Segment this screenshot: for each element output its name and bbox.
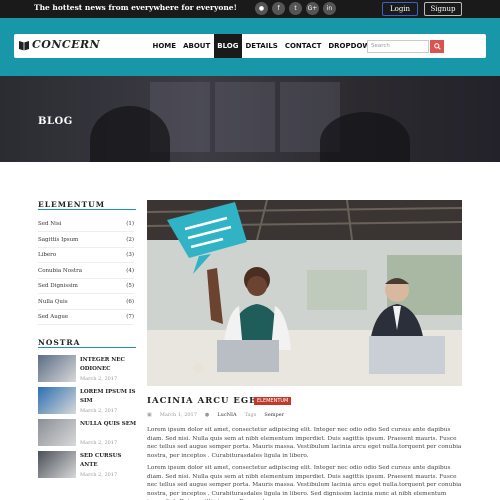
- article-author[interactable]: LucNIA: [217, 412, 236, 418]
- login-button[interactable]: Login: [382, 2, 418, 16]
- search-icon: [433, 43, 441, 50]
- nav-item-details[interactable]: DETAILS: [242, 34, 281, 58]
- nav-item-label: CONTACT: [284, 42, 322, 50]
- categories-heading: ELEMENTUM: [38, 200, 106, 209]
- categories-divider: [38, 209, 136, 210]
- user-icon: ●: [204, 412, 210, 418]
- category-label: Sed Augue: [38, 314, 69, 320]
- category-count: (3): [126, 252, 134, 258]
- linkedin-icon[interactable]: in: [323, 2, 336, 15]
- category-count: (1): [126, 221, 134, 227]
- recent-post[interactable]: INTEGER NEC ODIONEC March 2, 2017: [38, 355, 138, 385]
- tagline: The hottest news from everywhere for eve…: [34, 3, 237, 12]
- category-label: Sed Dignissim: [38, 283, 78, 289]
- category-item[interactable]: Sed Augue (7): [38, 310, 134, 325]
- recent-posts-divider: [38, 347, 136, 348]
- category-label: Nulla Quis: [38, 298, 68, 305]
- calendar-icon: ▣: [147, 412, 152, 418]
- nav-item-label: BLOG: [217, 42, 239, 50]
- recent-posts-heading: NOSTRA: [38, 338, 81, 347]
- category-item[interactable]: Sed Nisi (1): [38, 217, 134, 232]
- top-bar: The hottest news from everywhere for eve…: [0, 0, 500, 18]
- nav-item-label: DETAILS: [245, 42, 278, 50]
- main-nav: HOMEABOUTBLOGDETAILSCONTACTDROPDOWN▾: [149, 34, 384, 58]
- logo[interactable]: CONCERN: [18, 38, 100, 51]
- nav-item-label: HOME: [152, 42, 177, 50]
- logo-text: CONCERN: [32, 38, 101, 51]
- facebook-icon[interactable]: f: [272, 2, 285, 15]
- category-label: Libero: [38, 252, 57, 258]
- category-label: Conubia Nostra: [38, 267, 82, 274]
- rss-icon[interactable]: ●: [255, 2, 268, 15]
- category-count: (7): [126, 314, 134, 320]
- banner-person: [320, 112, 410, 162]
- category-count: (4): [126, 267, 134, 274]
- post-title[interactable]: SED CURSUS ANTE: [80, 452, 140, 470]
- post-date: March 2, 2017: [80, 440, 118, 446]
- article-title[interactable]: IACINIA ARCU EGET: [147, 396, 264, 406]
- category-item[interactable]: Libero (3): [38, 248, 134, 263]
- post-title[interactable]: LOREM IPSUM IS SIM: [80, 388, 140, 406]
- article-meta: ▣ March 1, 2017 ● LucNIA Tags Semper: [147, 412, 284, 418]
- post-title[interactable]: INTEGER NEC ODIONEC: [80, 356, 140, 374]
- category-item[interactable]: Sagittis Ipsum (2): [38, 233, 134, 248]
- nav-item-contact[interactable]: CONTACT: [281, 34, 325, 58]
- page-title: BLOG: [38, 116, 73, 127]
- category-count: (2): [126, 236, 134, 243]
- search-input[interactable]: Search: [367, 40, 429, 53]
- tags-label: Tags: [244, 412, 257, 418]
- post-date: March 2, 2017: [80, 408, 118, 414]
- nav-item-blog[interactable]: BLOG: [213, 34, 242, 58]
- post-thumbnail[interactable]: [38, 387, 76, 414]
- book-icon: [19, 40, 29, 50]
- category-label: Sagittis Ipsum: [38, 236, 79, 243]
- recent-post[interactable]: NULLA QUIS SEM March 2, 2017: [38, 419, 138, 449]
- site-header: CONCERN HOME ABOUT BLOG DETAILS CONTACT DROPD…: [0, 18, 500, 76]
- recent-post[interactable]: LOREM IPSUM IS SIM March 2, 2017: [38, 387, 138, 417]
- article-image[interactable]: [147, 200, 462, 386]
- search-button[interactable]: [430, 40, 444, 53]
- nav-item-about[interactable]: ABOUT: [180, 34, 214, 58]
- post-title[interactable]: NULLA QUIS SEM: [80, 420, 140, 429]
- post-thumbnail[interactable]: [38, 419, 76, 446]
- banner-window: [215, 82, 275, 152]
- article-paragraph: Lorem ipsum dolor sit amet, consectetur …: [147, 465, 462, 500]
- article-date: March 1, 2017: [159, 412, 197, 418]
- post-thumbnail[interactable]: [38, 355, 76, 382]
- signup-button[interactable]: Signup: [424, 2, 462, 16]
- article-tag[interactable]: Semper: [264, 412, 284, 418]
- post-thumbnail[interactable]: [38, 451, 76, 478]
- post-date: March 2, 2017: [80, 376, 118, 382]
- nav-item-home[interactable]: HOME: [149, 34, 180, 58]
- recent-post[interactable]: SED CURSUS ANTE March 2, 2017: [38, 451, 138, 481]
- category-label: Sed Nisi: [38, 221, 62, 227]
- twitter-icon[interactable]: t: [289, 2, 302, 15]
- category-item[interactable]: Nulla Quis (6): [38, 295, 134, 310]
- category-badge[interactable]: ELEMENTUM: [254, 397, 292, 405]
- category-count: (6): [126, 298, 134, 305]
- office-photo: [147, 200, 462, 386]
- nav-item-label: ABOUT: [183, 42, 211, 50]
- category-count: (5): [126, 283, 134, 289]
- post-date: March 2, 2017: [80, 472, 118, 478]
- google-plus-icon[interactable]: G+: [306, 2, 319, 15]
- category-item[interactable]: Conubia Nostra (4): [38, 264, 134, 279]
- category-item[interactable]: Sed Dignissim (5): [38, 279, 134, 294]
- social-links: ● f t G+ in: [255, 2, 336, 15]
- navbar: CONCERN HOME ABOUT BLOG DETAILS CONTACT DROPD…: [14, 34, 486, 58]
- page-banner: [0, 76, 500, 162]
- article-paragraph: Lorem ipsum dolor sit amet, consectetur …: [147, 427, 462, 459]
